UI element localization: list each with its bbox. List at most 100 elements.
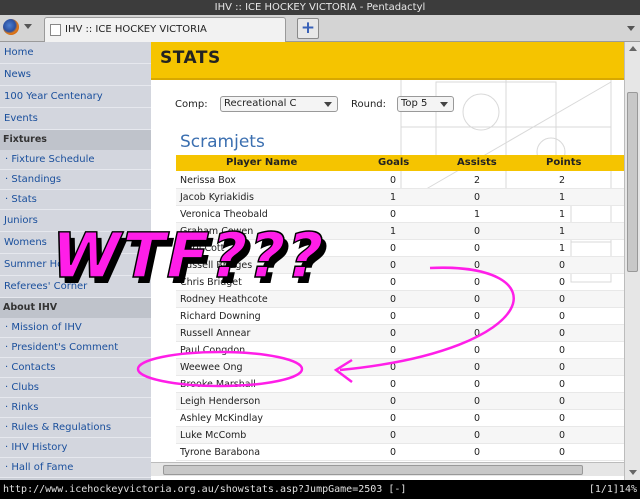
sidebar-item-events[interactable]: Events (0, 108, 151, 130)
goals-cell: 0 (390, 243, 397, 254)
browser-tab[interactable]: IHV :: ICE HOCKEY VICTORIA × (44, 17, 312, 42)
table-row: Chris Bridget 0 0 0 (176, 274, 631, 291)
sidebar-item-rinks[interactable]: · Rinks (0, 398, 151, 418)
player-name-cell: Jacob Kyriakidis (180, 192, 254, 203)
sidebar-item-rules[interactable]: · Rules & Regulations (0, 418, 151, 438)
sidebar-item-summer-hockey[interactable]: Summer Hockey (0, 254, 151, 276)
player-name-cell: Luke McComb (180, 430, 247, 441)
sidebar-item-centenary[interactable]: 100 Year Centenary (0, 86, 151, 108)
sidebar-item-presidents-comment[interactable]: · President's Comment (0, 338, 151, 358)
points-cell: 0 (559, 260, 566, 271)
scroll-up-icon[interactable] (629, 46, 637, 51)
horizontal-scroll-thumb[interactable] (163, 465, 583, 475)
new-tab-button[interactable]: + (297, 18, 319, 39)
sidebar-item-stats[interactable]: · Stats (0, 190, 151, 210)
round-select-value: Top 5 (401, 98, 428, 109)
sidebar-heading-about: About IHV (0, 298, 151, 318)
stats-table-header: Player Name Goals Assists Points (176, 155, 631, 171)
goals-cell: 0 (390, 209, 397, 220)
assists-cell: 0 (474, 277, 481, 288)
table-row: Jacob Kyriakidis 1 0 1 (176, 189, 631, 206)
points-cell: 0 (559, 430, 566, 441)
sidebar-item-womens[interactable]: Womens (0, 232, 151, 254)
player-name-cell: Ashley McKindlay (180, 413, 264, 424)
col-player-name: Player Name (226, 157, 298, 168)
horizontal-scrollbar[interactable] (151, 462, 624, 476)
assists-cell: 1 (474, 209, 481, 220)
status-bar: http://www.icehockeyvictoria.org.au/show… (0, 480, 640, 499)
sidebar-item-standings[interactable]: · Standings (0, 170, 151, 190)
tab-bar: IHV :: ICE HOCKEY VICTORIA × + (0, 15, 640, 42)
sidebar-item-referees-corner[interactable]: Referees' Corner (0, 276, 151, 298)
player-name-cell: Leigh Henderson (180, 396, 261, 407)
col-assists: Assists (457, 157, 497, 168)
round-select[interactable]: Top 5 (397, 96, 454, 112)
player-name-cell: Rodney Heathcote (180, 294, 268, 305)
sidebar-item-history[interactable]: · IHV History (0, 438, 151, 458)
player-name-cell: Tyrone Barabona (180, 447, 261, 458)
assists-cell: 0 (474, 430, 481, 441)
status-position: [1/1]14% (588, 484, 637, 495)
points-cell: 1 (559, 209, 566, 220)
points-cell: 1 (559, 226, 566, 237)
team-name: Scramjets (180, 132, 265, 152)
goals-cell: 0 (390, 294, 397, 305)
assists-cell: 0 (474, 226, 481, 237)
assists-cell: 2 (474, 175, 481, 186)
points-cell: 0 (559, 328, 566, 339)
table-row: Paul Congdon 0 0 0 (176, 342, 631, 359)
main-content: STATS Comp: Recreational C Round: Top 5 … (151, 42, 640, 482)
assists-cell: 0 (474, 345, 481, 356)
assists-cell: 0 (474, 396, 481, 407)
table-row: Ashley McKindlay 0 0 0 (176, 410, 631, 427)
comp-select-value: Recreational C (224, 98, 297, 109)
sidebar-item-contacts[interactable]: · Contacts (0, 358, 151, 378)
table-row: Tyrone Barabona 0 0 0 (176, 444, 631, 461)
round-label: Round: (351, 99, 387, 110)
table-row: Weewee Ong 0 0 0 (176, 359, 631, 376)
sidebar-item-mission[interactable]: · Mission of IHV (0, 318, 151, 338)
page-icon (50, 24, 61, 36)
points-cell: 0 (559, 396, 566, 407)
player-name-cell: Cyril Cott (180, 243, 225, 254)
status-url: http://www.icehockeyvictoria.org.au/show… (3, 484, 407, 495)
vertical-scroll-thumb[interactable] (627, 92, 638, 272)
player-name-cell: Graham Cowen (180, 226, 254, 237)
assists-cell: 0 (474, 328, 481, 339)
table-row: Russell Bridges 0 0 0 (176, 257, 631, 274)
tab-list-icon[interactable] (627, 26, 635, 31)
goals-cell: 0 (390, 277, 397, 288)
goals-cell: 0 (390, 345, 397, 356)
table-row: Cyril Cott 0 0 1 (176, 240, 631, 257)
firefox-menu-icon[interactable] (3, 19, 19, 35)
points-cell: 2 (559, 175, 566, 186)
player-name-cell: Veronica Theobald (180, 209, 268, 220)
table-row: Rodney Heathcote 0 0 0 (176, 291, 631, 308)
chevron-down-icon[interactable] (24, 24, 32, 29)
scroll-down-icon[interactable] (629, 470, 637, 475)
goals-cell: 0 (390, 260, 397, 271)
sidebar-item-hall-of-fame[interactable]: · Hall of Fame (0, 458, 151, 478)
page-banner: STATS (151, 42, 640, 80)
col-points: Points (546, 157, 582, 168)
table-row: Russell Annear 0 0 0 (176, 325, 631, 342)
table-row: Graham Cowen 1 0 1 (176, 223, 631, 240)
player-name-cell: Russell Annear (180, 328, 251, 339)
points-cell: 0 (559, 311, 566, 322)
vertical-scrollbar[interactable] (624, 42, 640, 482)
goals-cell: 0 (390, 328, 397, 339)
assists-cell: 0 (474, 362, 481, 373)
points-cell: 0 (559, 447, 566, 458)
table-row: Veronica Theobald 0 1 1 (176, 206, 631, 223)
sidebar-item-fixture-schedule[interactable]: · Fixture Schedule (0, 150, 151, 170)
sidebar-item-home[interactable]: Home (0, 42, 151, 64)
sidebar-item-clubs[interactable]: · Clubs (0, 378, 151, 398)
tab-title: IHV :: ICE HOCKEY VICTORIA (65, 24, 207, 35)
comp-select[interactable]: Recreational C (220, 96, 338, 112)
chevron-down-icon (324, 102, 332, 107)
sidebar-item-juniors[interactable]: Juniors (0, 210, 151, 232)
sidebar-heading-fixtures: Fixtures (0, 130, 151, 150)
assists-cell: 0 (474, 447, 481, 458)
sidebar-item-news[interactable]: News (0, 64, 151, 86)
points-cell: 0 (559, 294, 566, 305)
